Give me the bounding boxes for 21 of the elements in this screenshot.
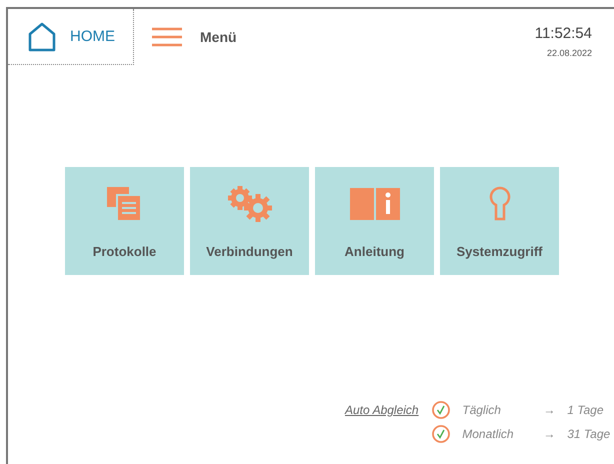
interval-label: Täglich xyxy=(462,403,502,417)
home-button[interactable]: HOME xyxy=(8,9,134,65)
interval-label: Monatlich xyxy=(462,427,515,441)
auto-sync-link[interactable]: Auto Abgleich xyxy=(345,403,422,417)
documents-icon xyxy=(106,187,142,221)
interval-value: 31 Tage xyxy=(567,427,612,441)
menu-tile[interactable]: Anleitung xyxy=(315,167,434,275)
keyhole-icon xyxy=(488,186,510,222)
menu-tile[interactable]: Verbindungen xyxy=(190,167,309,275)
menu-tile[interactable]: Protokolle xyxy=(65,167,184,275)
home-icon xyxy=(28,22,56,52)
clock-time: 11:52:54 xyxy=(534,24,592,42)
arrow-text: → xyxy=(543,403,556,417)
menu-icon xyxy=(152,27,182,47)
arrow-text: → xyxy=(543,427,556,441)
menu-tile[interactable]: Systemzugriff xyxy=(440,167,559,275)
clock-date: 22.08.2022 xyxy=(546,48,592,58)
gears-icon xyxy=(226,186,274,222)
book-info-icon xyxy=(350,188,400,220)
interval-value: 1 Tage xyxy=(567,403,604,417)
menu-button[interactable]: Menü xyxy=(152,27,237,47)
